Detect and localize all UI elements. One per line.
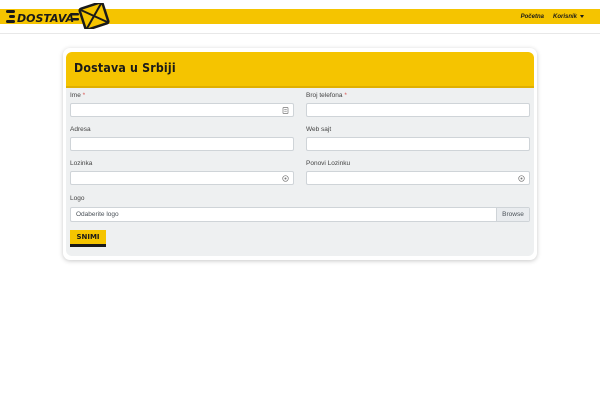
- required-mark: *: [344, 92, 347, 99]
- registration-form: Ime * Broj telefona * Adresa Web sajt Lo…: [66, 88, 534, 256]
- name-label-text: Ime: [70, 92, 81, 99]
- eye-icon[interactable]: [518, 175, 525, 182]
- logo-label: Logo: [70, 195, 85, 202]
- website-input[interactable]: [306, 137, 530, 151]
- repeat-password-input[interactable]: [306, 171, 530, 185]
- chevron-down-icon: [580, 15, 584, 18]
- phone-label-text: Broj telefona: [306, 92, 343, 99]
- website-label: Web sajt: [306, 126, 332, 133]
- nav-home-link[interactable]: Početna: [521, 14, 544, 20]
- address-input[interactable]: [70, 137, 294, 151]
- eye-icon[interactable]: [282, 175, 289, 182]
- password-label: Lozinka: [70, 160, 93, 167]
- card-header: Dostava u Srbiji: [66, 52, 534, 88]
- phone-input[interactable]: [306, 103, 530, 117]
- name-label: Ime *: [70, 92, 85, 99]
- browse-button[interactable]: Browse: [496, 208, 529, 221]
- required-mark: *: [82, 92, 86, 99]
- brand-logo[interactable]: DOSTAVA: [6, 3, 110, 29]
- nav-user-label: Korisnik: [552, 13, 577, 20]
- repeat-password-label: Ponovi Lozinku: [306, 160, 351, 167]
- navbar: DOSTAVA Početna Korisnik: [0, 0, 600, 34]
- nav-links: Početna Korisnik: [521, 9, 584, 24]
- card-title: Dostava u Srbiji: [74, 61, 176, 75]
- phone-label: Broj telefona *: [306, 92, 347, 99]
- password-input[interactable]: [70, 171, 294, 185]
- nav-user-dropdown[interactable]: Korisnik: [553, 14, 584, 20]
- save-button[interactable]: SNIMI: [70, 230, 106, 247]
- logo-file-input[interactable]: Odaberite logo Browse: [70, 207, 530, 222]
- registration-card: Dostava u Srbiji Ime * Broj telefona * A…: [63, 48, 537, 260]
- brand-name: DOSTAVA: [17, 12, 74, 25]
- name-input[interactable]: [70, 103, 294, 117]
- address-label: Adresa: [70, 126, 91, 133]
- logo-file-placeholder: Odaberite logo: [76, 211, 119, 218]
- contact-card-icon: [282, 107, 289, 114]
